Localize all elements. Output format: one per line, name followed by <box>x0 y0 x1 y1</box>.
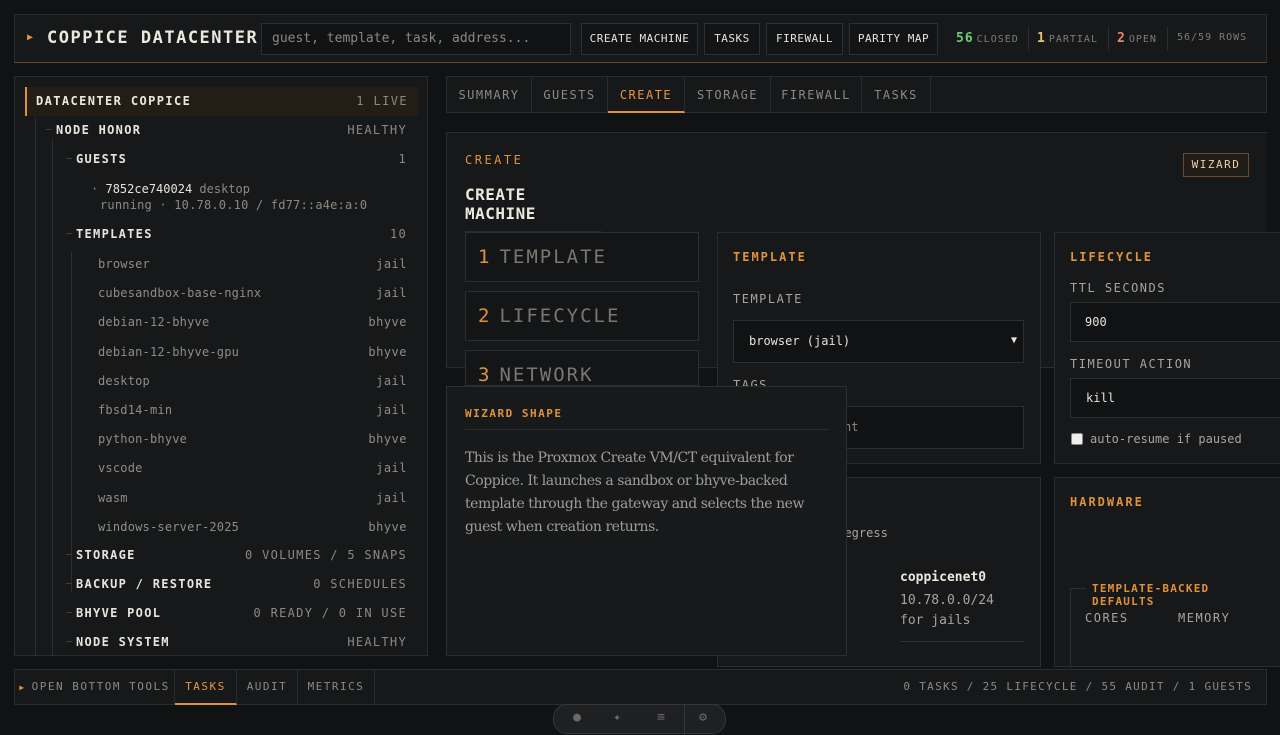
parity-map-button[interactable]: PARITY MAP <box>849 23 938 55</box>
search-input[interactable]: guest, template, task, address... <box>261 23 571 55</box>
bird-icon[interactable]: ✦ <box>606 711 628 725</box>
tab-guests[interactable]: GUESTS <box>532 77 608 113</box>
ttl-input[interactable]: 900 <box>1070 302 1280 342</box>
step-lifecycle[interactable]: 2 LIFECYCLE <box>465 291 699 341</box>
bottom-tab-metrics[interactable]: METRICS <box>298 670 375 705</box>
menu-icon[interactable]: ≡ <box>650 711 672 725</box>
tab-create[interactable]: CREATE <box>608 77 685 113</box>
create-machine-button[interactable]: CREATE MACHINE <box>581 23 698 55</box>
dock: ● ✦ ≡ ⚙ <box>553 704 726 735</box>
network-cidr: 10.78.0.0/24 <box>900 593 994 608</box>
resource-tree: DATACENTER COPPICE 1 LIVE NODE HONOR HEA… <box>14 76 428 656</box>
tasks-button[interactable]: TASKS <box>704 23 760 55</box>
stat-partial: 1 PARTIAL <box>1037 31 1098 46</box>
chevron-down-icon: ▼ <box>1010 335 1017 346</box>
bottom-bar: ▶ OPEN BOTTOM TOOLS TASKS AUDIT METRICS 0… <box>14 669 1267 705</box>
network-name: coppicenet0 <box>900 570 987 585</box>
network-note: for jails <box>900 613 971 628</box>
timeout-action-select[interactable]: kill <box>1070 378 1280 418</box>
section-kicker: CREATE <box>465 153 524 167</box>
page-title: CREATE MACHINE <box>465 185 601 232</box>
app-title: COPPICE DATACENTER <box>47 28 259 48</box>
finder-icon[interactable]: ● <box>566 711 588 725</box>
top-bar: ▶ COPPICE DATACENTER guest, template, ta… <box>14 14 1267 63</box>
stat-closed: 56 CLOSED <box>956 31 1019 46</box>
firewall-button[interactable]: FIREWALL <box>766 23 843 55</box>
lifecycle-card: LIFECYCLE TTL SECONDS 900 TIMEOUT ACTION… <box>1054 232 1280 464</box>
autoresume-checkbox[interactable] <box>1071 433 1083 445</box>
caret-right-icon: ▶ <box>27 32 34 43</box>
guest-detail: running · 10.78.0.10 / fd77::a4e:a:0 <box>100 198 368 212</box>
open-bottom-tools-button[interactable]: ▶ OPEN BOTTOM TOOLS <box>15 670 175 705</box>
tab-summary[interactable]: SUMMARY <box>447 77 532 113</box>
tab-tasks[interactable]: TASKS <box>862 77 931 113</box>
bottom-tab-tasks[interactable]: TASKS <box>175 670 237 705</box>
step-template[interactable]: 1 TEMPLATE <box>465 232 699 282</box>
gear-icon[interactable]: ⚙ <box>692 711 714 725</box>
step-network[interactable]: 3 NETWORK <box>465 350 699 386</box>
wizard-shape-tooltip: WIZARD SHAPE This is the Proxmox Create … <box>446 386 847 656</box>
template-select[interactable]: browser (jail) ▼ <box>733 320 1024 363</box>
tab-storage[interactable]: STORAGE <box>685 77 771 113</box>
hardware-card: HARDWARE TEMPLATE-BACKED DEFAULTS CORES … <box>1054 477 1280 668</box>
bottom-tab-audit[interactable]: AUDIT <box>237 670 298 705</box>
tab-firewall[interactable]: FIREWALL <box>771 77 862 113</box>
datacenter-row[interactable]: DATACENTER COPPICE 1 LIVE <box>25 87 418 116</box>
row-count: 56/59 ROWS <box>1177 32 1248 43</box>
main-tabs: SUMMARY GUESTS CREATE STORAGE FIREWALL T… <box>446 76 1267 113</box>
wizard-button[interactable]: WIZARD <box>1183 153 1249 177</box>
caret-right-icon: ▶ <box>19 683 26 692</box>
bottom-stats: 0 TASKS / 25 LIFECYCLE / 55 AUDIT / 1 GU… <box>903 680 1252 693</box>
autoresume-label: auto-resume if paused <box>1090 432 1242 446</box>
guest-item[interactable]: · 7852ce740024 desktop <box>91 182 250 196</box>
stat-open: 2 OPEN <box>1117 31 1157 46</box>
